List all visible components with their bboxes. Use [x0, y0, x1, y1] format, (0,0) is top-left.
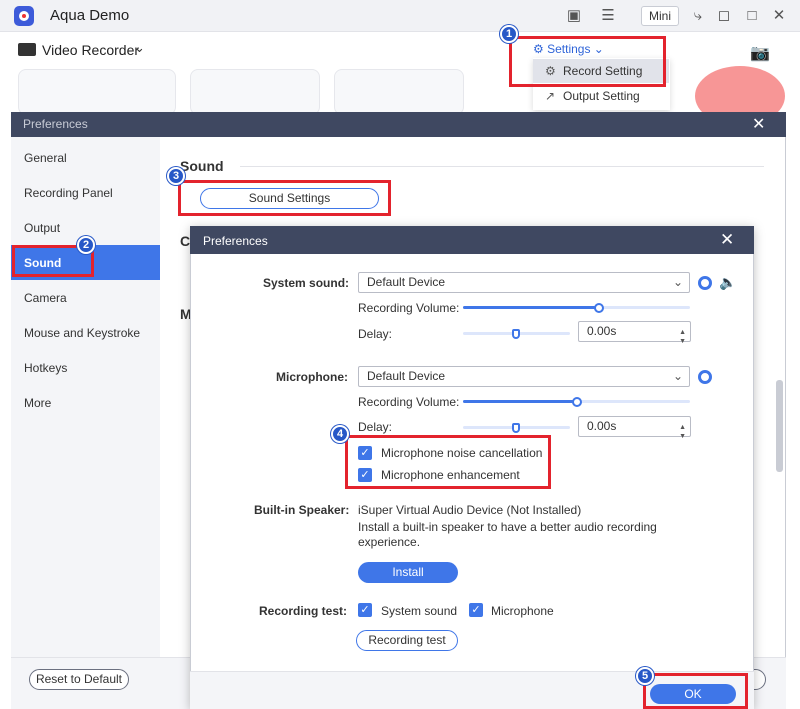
mic-delay-input[interactable]: 0.00s ▲ ▼: [578, 416, 691, 440]
mode-card-audio[interactable]: [334, 69, 464, 115]
mic-delay-thumb[interactable]: [512, 423, 520, 433]
app-logo-icon: [14, 6, 34, 26]
system-delay-label: Delay:: [358, 327, 393, 341]
microphone-gear-icon[interactable]: [698, 370, 712, 384]
recording-test-label: Recording test:: [259, 604, 348, 618]
spin-down-icon[interactable]: ▼: [679, 427, 686, 446]
sidebar-item-camera[interactable]: Camera: [24, 291, 67, 305]
pin-icon[interactable]: ⤷: [687, 5, 709, 27]
builtin-speaker-description: Install a built-in speaker to have a bet…: [358, 520, 657, 549]
output-setting-icon: ↗: [545, 89, 556, 103]
microphone-device-value: Default Device: [367, 369, 446, 383]
dialog-title-bar: [190, 226, 754, 254]
app-title: Aqua Demo: [50, 7, 130, 24]
mic-volume-label: Recording Volume:: [358, 395, 460, 409]
system-volume-fill: [463, 306, 600, 309]
system-sound-device-select[interactable]: Default Device ⌄: [358, 272, 690, 293]
microphone-label: Microphone:: [276, 370, 348, 384]
restore-icon[interactable]: □: [741, 5, 763, 27]
test-system-sound-label[interactable]: System sound: [381, 604, 457, 618]
system-sound-device-value: Default Device: [367, 275, 446, 289]
test-system-sound-checkbox[interactable]: ✓: [358, 603, 372, 617]
preferences-title: Preferences: [23, 117, 88, 131]
system-delay-input[interactable]: 0.00s ▲ ▼: [578, 321, 691, 345]
section-divider: [240, 166, 764, 167]
system-volume-label: Recording Volume:: [358, 301, 460, 315]
mode-card-webcam[interactable]: [190, 69, 320, 115]
speaker-icon[interactable]: 🔈: [719, 274, 736, 291]
annotation-box-sound-settings: [178, 180, 391, 216]
close-icon[interactable]: ✕: [768, 5, 790, 27]
builtin-speaker-device: iSuper Virtual Audio Device (Not Install…: [358, 503, 582, 517]
step-badge-1: 1: [500, 25, 518, 43]
system-sound-gear-icon[interactable]: [698, 276, 712, 290]
video-recorder-label[interactable]: Video Recorder: [42, 42, 139, 58]
chevron-down-icon[interactable]: ⌄: [134, 40, 145, 56]
annotation-box-mic-options: [345, 435, 551, 489]
output-setting-item[interactable]: Output Setting: [563, 89, 640, 103]
test-microphone-label[interactable]: Microphone: [491, 604, 554, 618]
sidebar-item-output[interactable]: Output: [24, 221, 60, 235]
test-microphone-checkbox[interactable]: ✓: [469, 603, 483, 617]
mode-card-screen[interactable]: [18, 69, 176, 115]
dialog-title: Preferences: [203, 234, 268, 248]
recording-test-button[interactable]: Recording test: [356, 630, 458, 651]
system-volume-slider[interactable]: [463, 306, 690, 309]
screenshot-camera-icon[interactable]: 📷: [750, 43, 770, 63]
mic-delay-value: 0.00s: [587, 419, 617, 433]
sidebar-item-mouse-keystroke[interactable]: Mouse and Keystroke: [24, 326, 140, 340]
sidebar-item-hotkeys[interactable]: Hotkeys: [24, 361, 67, 375]
video-camera-icon: [18, 43, 36, 56]
reset-to-default-button[interactable]: Reset to Default: [29, 669, 129, 690]
system-delay-value: 0.00s: [587, 324, 617, 338]
feedback-icon[interactable]: ▣: [563, 5, 585, 27]
chevron-down-icon: ⌄: [672, 275, 683, 289]
sidebar-item-more[interactable]: More: [24, 396, 51, 410]
mic-delay-label: Delay:: [358, 420, 393, 434]
step-badge-2: 2: [77, 236, 95, 254]
step-badge-3: 3: [167, 167, 185, 185]
spin-down-icon[interactable]: ▼: [679, 332, 686, 351]
menu-icon[interactable]: ☰: [597, 5, 619, 27]
sound-section-title: Sound: [180, 158, 224, 174]
scrollbar[interactable]: [776, 380, 783, 472]
install-button[interactable]: Install: [358, 562, 458, 583]
mini-button[interactable]: Mini: [641, 6, 679, 26]
step-badge-5: 5: [636, 667, 654, 685]
sidebar-item-recording-panel[interactable]: Recording Panel: [24, 186, 113, 200]
minimize-icon[interactable]: ◻: [713, 5, 735, 27]
annotation-box-ok: [643, 673, 748, 709]
microphone-device-select[interactable]: Default Device ⌄: [358, 366, 690, 387]
bg-section-heading: C: [180, 233, 191, 249]
sidebar-item-general[interactable]: General: [24, 151, 67, 165]
builtin-speaker-label: Built-in Speaker:: [254, 503, 350, 517]
preferences-close-icon[interactable]: ✕: [752, 114, 765, 134]
dialog-close-icon[interactable]: ✕: [720, 230, 734, 250]
system-delay-thumb[interactable]: [512, 329, 520, 339]
system-sound-label: System sound:: [263, 276, 350, 290]
mic-volume-fill: [463, 400, 577, 403]
step-badge-4: 4: [331, 425, 349, 443]
annotation-box-settings: [509, 36, 666, 87]
chevron-down-icon: ⌄: [672, 369, 683, 383]
preferences-title-bar: [11, 112, 786, 137]
mic-volume-thumb[interactable]: [571, 397, 582, 407]
